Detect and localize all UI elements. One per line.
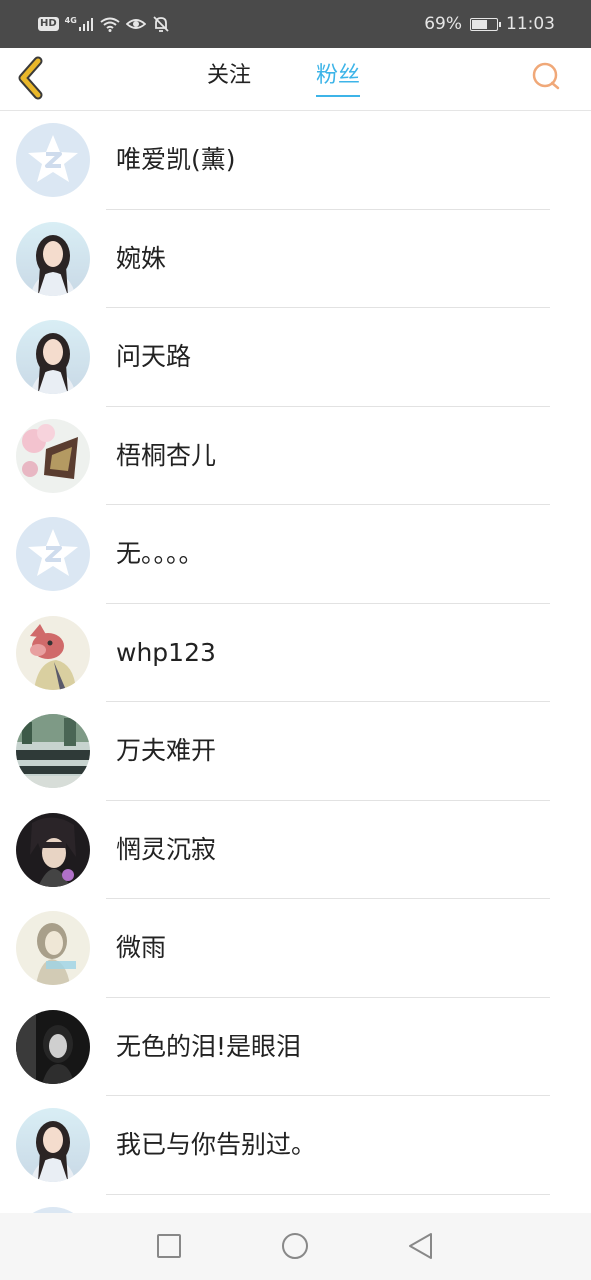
fan-list-item[interactable]: 问天路 — [0, 308, 591, 407]
wifi-icon — [100, 17, 120, 32]
avatar[interactable] — [16, 517, 90, 591]
tab-fans[interactable]: 粉丝 — [316, 61, 361, 97]
fan-name: whp123 — [116, 637, 216, 667]
system-nav-bar — [0, 1213, 591, 1280]
fan-name: 我已与你告别过。 — [116, 1130, 317, 1159]
home-icon[interactable] — [278, 1229, 312, 1263]
eye-icon — [125, 19, 146, 29]
fan-list-item[interactable]: 我已与你告别过。 — [0, 1096, 591, 1195]
fan-list-item[interactable]: whp123 — [0, 604, 591, 702]
status-bar: HD 4G 69% 11:03 — [0, 0, 591, 48]
fan-list-item[interactable]: 梧桐杏儿 — [0, 407, 591, 505]
battery-icon — [470, 17, 501, 31]
fan-list-item[interactable]: 唯爱凯(薰) — [0, 111, 591, 210]
fan-name: 唯爱凯(薰) — [116, 145, 236, 174]
fan-list-item[interactable]: 微雨 — [0, 899, 591, 998]
header-bar: 关注 粉丝 — [0, 48, 591, 111]
fan-list-item[interactable]: 无。。。。 — [0, 505, 591, 604]
avatar[interactable] — [16, 911, 90, 985]
recent-apps-icon[interactable] — [152, 1229, 186, 1263]
fan-name: 微雨 — [116, 933, 167, 962]
fan-name: 惘灵沉寂 — [116, 834, 217, 864]
search-icon[interactable] — [528, 60, 564, 96]
avatar[interactable] — [16, 123, 90, 197]
fan-name: 问天路 — [116, 342, 192, 371]
fan-list-item[interactable]: 惘灵沉寂 — [0, 801, 591, 899]
fan-name: 无色的泪!是眼泪 — [116, 1031, 302, 1061]
fan-name: 无。。。。 — [116, 539, 204, 568]
battery-fill — [472, 19, 487, 29]
fan-list-item[interactable] — [0, 1195, 591, 1213]
mute-icon — [153, 16, 169, 32]
battery-percent: 69% — [424, 14, 462, 34]
status-right: 69% 11:03 — [424, 12, 555, 36]
avatar[interactable] — [16, 615, 90, 690]
hd-icon: HD — [38, 17, 59, 31]
avatar[interactable] — [16, 1009, 90, 1084]
tab-following[interactable]: 关注 — [207, 61, 251, 95]
avatar[interactable] — [16, 221, 90, 296]
avatar[interactable] — [16, 1108, 90, 1182]
clock: 11:03 — [506, 14, 555, 34]
fan-list-item[interactable]: 婉姝 — [0, 210, 591, 308]
status-icons: HD 4G — [38, 12, 170, 36]
fans-list: 唯爱凯(薰) 婉姝问天路梧桐杏儿无。。。。 whp123 万夫难开惘灵沉寂微雨无色的泪… — [0, 111, 591, 1213]
fan-list-item[interactable]: 万夫难开 — [0, 702, 591, 801]
avatar[interactable] — [16, 320, 90, 394]
back-triangle-icon[interactable] — [403, 1229, 437, 1263]
fan-name: 婉姝 — [116, 243, 167, 273]
fan-name: 梧桐杏儿 — [116, 440, 217, 470]
signal-4g-icon: 4G — [65, 16, 94, 32]
avatar[interactable] — [16, 812, 90, 887]
chevron-left-icon[interactable] — [14, 56, 46, 100]
avatar[interactable] — [16, 418, 90, 493]
network-label: 4G — [64, 16, 77, 25]
avatar[interactable] — [16, 714, 90, 788]
fan-name: 万夫难开 — [116, 736, 217, 765]
fan-list-item[interactable]: 无色的泪!是眼泪 — [0, 998, 591, 1096]
